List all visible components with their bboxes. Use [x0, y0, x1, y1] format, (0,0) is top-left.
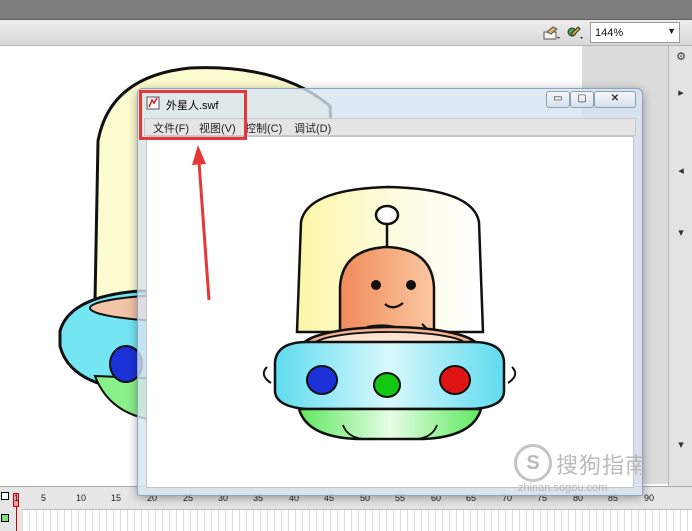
player-content [146, 136, 634, 488]
panel-arrow-icon[interactable]: ▸ [673, 86, 689, 102]
edit-bar: 144% ▼ [0, 20, 692, 46]
menu-control[interactable]: 控制(C) [243, 120, 284, 136]
zoom-value: 144% [595, 26, 624, 39]
app-top-bar [0, 0, 692, 20]
right-panel-strip: ⚙ ▸ ◂ ▾ ▾ [668, 46, 692, 486]
panel-gear-icon[interactable]: ⚙ [673, 50, 689, 66]
scroll-down-icon[interactable]: ▾ [673, 438, 689, 454]
watermark: S 搜狗指南 zhinan.sogou.com [514, 444, 674, 494]
frame-number: 90 [644, 493, 655, 503]
frame-number: 5 [41, 493, 47, 503]
timeline-frames[interactable] [22, 509, 692, 531]
watermark-name: 搜狗指南 [556, 454, 649, 479]
menu-debug[interactable]: 调试(D) [292, 120, 333, 136]
layer-color-indicator[interactable] [1, 514, 9, 522]
watermark-logo-icon: S [514, 444, 552, 482]
watermark-domain: zhinan.sogou.com [518, 482, 608, 494]
chevron-down-icon: ▼ [667, 26, 676, 36]
flash-player-window[interactable]: 外星人.swf ▭ ▢ ✕ 文件(F) 视图(V) 控制(C) 调试(D) [137, 88, 643, 496]
frame-number: 10 [76, 493, 87, 503]
maximize-button[interactable]: ▢ [570, 91, 594, 108]
close-button[interactable]: ✕ [594, 91, 636, 108]
edit-symbols-icon[interactable] [543, 25, 561, 41]
frame-number: 1 [14, 493, 20, 503]
zoom-select[interactable]: 144% ▼ [590, 22, 680, 43]
playhead-line [16, 507, 17, 531]
panel-expand-icon[interactable]: ▾ [673, 226, 689, 242]
minimize-button[interactable]: ▭ [546, 91, 570, 108]
alien-ufo-artwork [262, 185, 517, 441]
frame-number: 15 [111, 493, 122, 503]
panel-toggle-icon[interactable]: ◂ [673, 164, 689, 180]
edit-scene-icon[interactable] [566, 25, 584, 41]
annotation-highlight-box [139, 90, 247, 140]
